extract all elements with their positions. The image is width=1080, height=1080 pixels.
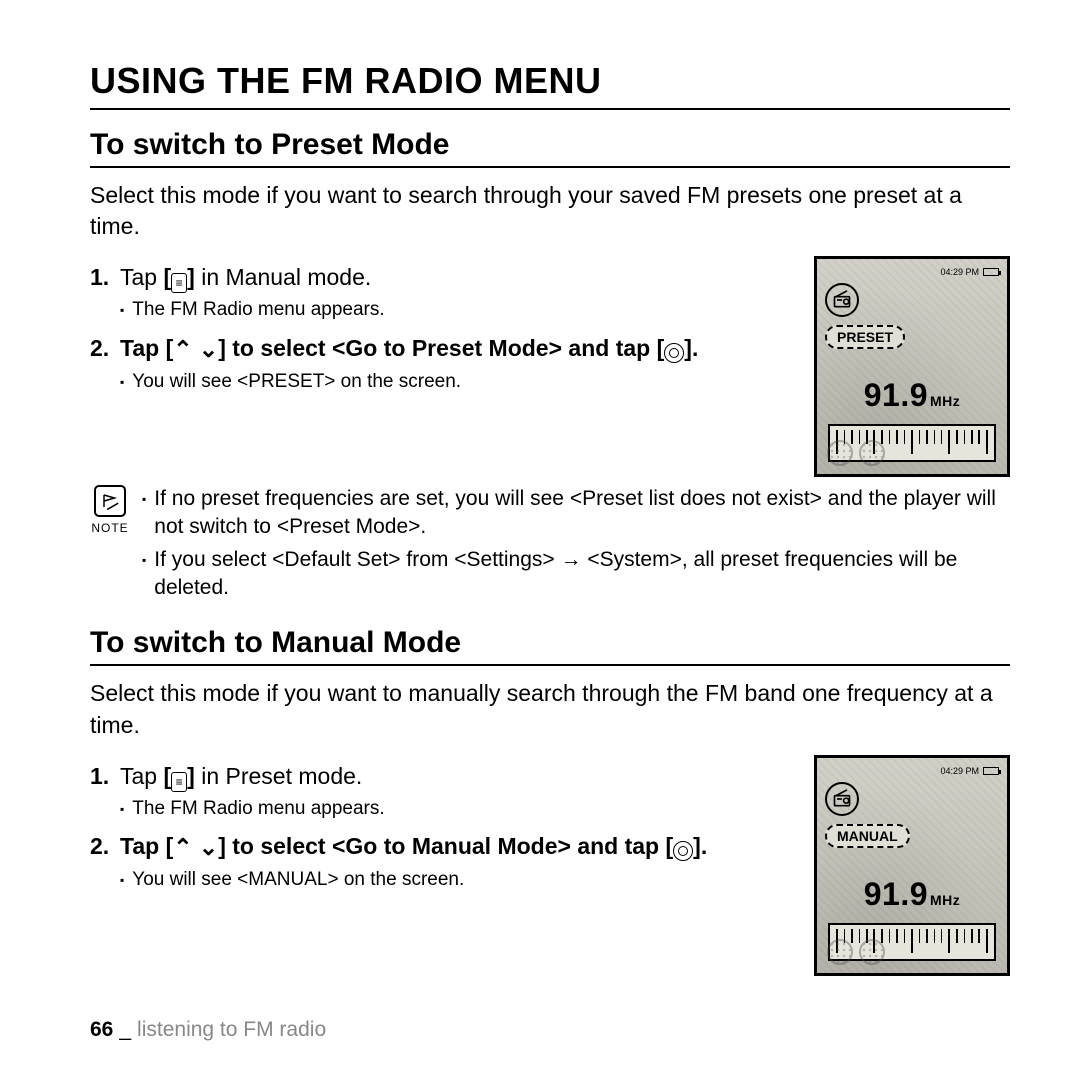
battery-icon: [983, 767, 999, 775]
note-label: NOTE: [91, 521, 128, 535]
text: Tap: [120, 335, 166, 361]
text: Tap: [120, 264, 163, 290]
text: <Go to Manual Mode>: [332, 833, 571, 859]
speaker-icon: [827, 939, 853, 965]
confirm-icon: [664, 343, 684, 363]
device-time: 04:29 PM: [940, 267, 979, 277]
speaker-icon: [859, 440, 885, 466]
text: in Manual mode.: [195, 264, 371, 290]
text: to select: [226, 335, 332, 361]
preset-step-2-sub: You will see <PRESET> on the screen.: [120, 369, 792, 395]
manual-step-1-sub: The FM Radio menu appears.: [120, 796, 792, 822]
text: to select: [226, 833, 332, 859]
separator: _: [119, 1018, 131, 1042]
radio-icon: [825, 283, 859, 317]
manual-step-1: 1. Tap [≡] in Preset mode.: [90, 761, 792, 792]
speaker-icon: [859, 939, 885, 965]
battery-icon: [983, 268, 999, 276]
preset-step-2: 2. Tap [⌃ ⌄] to select <Go to Preset Mod…: [90, 333, 792, 365]
manual-step-2-sub: You will see <MANUAL> on the screen.: [120, 867, 792, 893]
preset-step-1-sub: The FM Radio menu appears.: [120, 297, 792, 323]
note-block: NOTE If no preset frequencies are set, y…: [90, 485, 1010, 606]
manual-step-2: 2. Tap [⌃ ⌄] to select <Go to Manual Mod…: [90, 831, 792, 863]
mode-pill-preset: PRESET: [825, 325, 905, 349]
frequency-display: 91.9MHz: [825, 876, 999, 913]
page-title: USING THE FM RADIO MENU: [90, 60, 1010, 110]
mode-pill-manual: MANUAL: [825, 824, 910, 848]
text: <Go to Preset Mode>: [332, 335, 562, 361]
radio-icon: [825, 782, 859, 816]
confirm-icon: [673, 841, 693, 861]
up-down-icon: ⌃ ⌄: [173, 834, 218, 860]
text: in Preset mode.: [195, 763, 362, 789]
text: and tap: [562, 335, 657, 361]
manual-intro: Select this mode if you want to manually…: [90, 678, 1010, 740]
speaker-icon: [827, 440, 853, 466]
device-mock-manual: 04:29 PM MANUAL 91.9MHz: [814, 755, 1010, 976]
up-down-icon: ⌃ ⌄: [173, 336, 218, 362]
text: Tap: [120, 763, 163, 789]
note-item-2: If you select <Default Set> from <Settin…: [142, 546, 1010, 603]
device-mock-preset: 04:29 PM PRESET 91.9MHz: [814, 256, 1010, 477]
preset-intro: Select this mode if you want to search t…: [90, 180, 1010, 242]
preset-step-1: 1. Tap [≡] in Manual mode.: [90, 262, 792, 293]
preset-section-title: To switch to Preset Mode: [90, 128, 1010, 168]
frequency-display: 91.9MHz: [825, 377, 999, 414]
menu-icon: ≡: [171, 273, 187, 293]
note-icon: [94, 485, 126, 517]
manual-section-title: To switch to Manual Mode: [90, 626, 1010, 666]
text: Tap: [120, 833, 166, 859]
chapter-name: listening to FM radio: [137, 1018, 326, 1042]
note-item-1: If no preset frequencies are set, you wi…: [142, 485, 1010, 542]
page-footer: 66 _ listening to FM radio: [90, 1018, 326, 1042]
page-number: 66: [90, 1018, 113, 1042]
text: and tap: [571, 833, 666, 859]
text: .: [692, 335, 698, 361]
text: .: [701, 833, 707, 859]
device-time: 04:29 PM: [940, 766, 979, 776]
menu-icon: ≡: [171, 772, 187, 792]
